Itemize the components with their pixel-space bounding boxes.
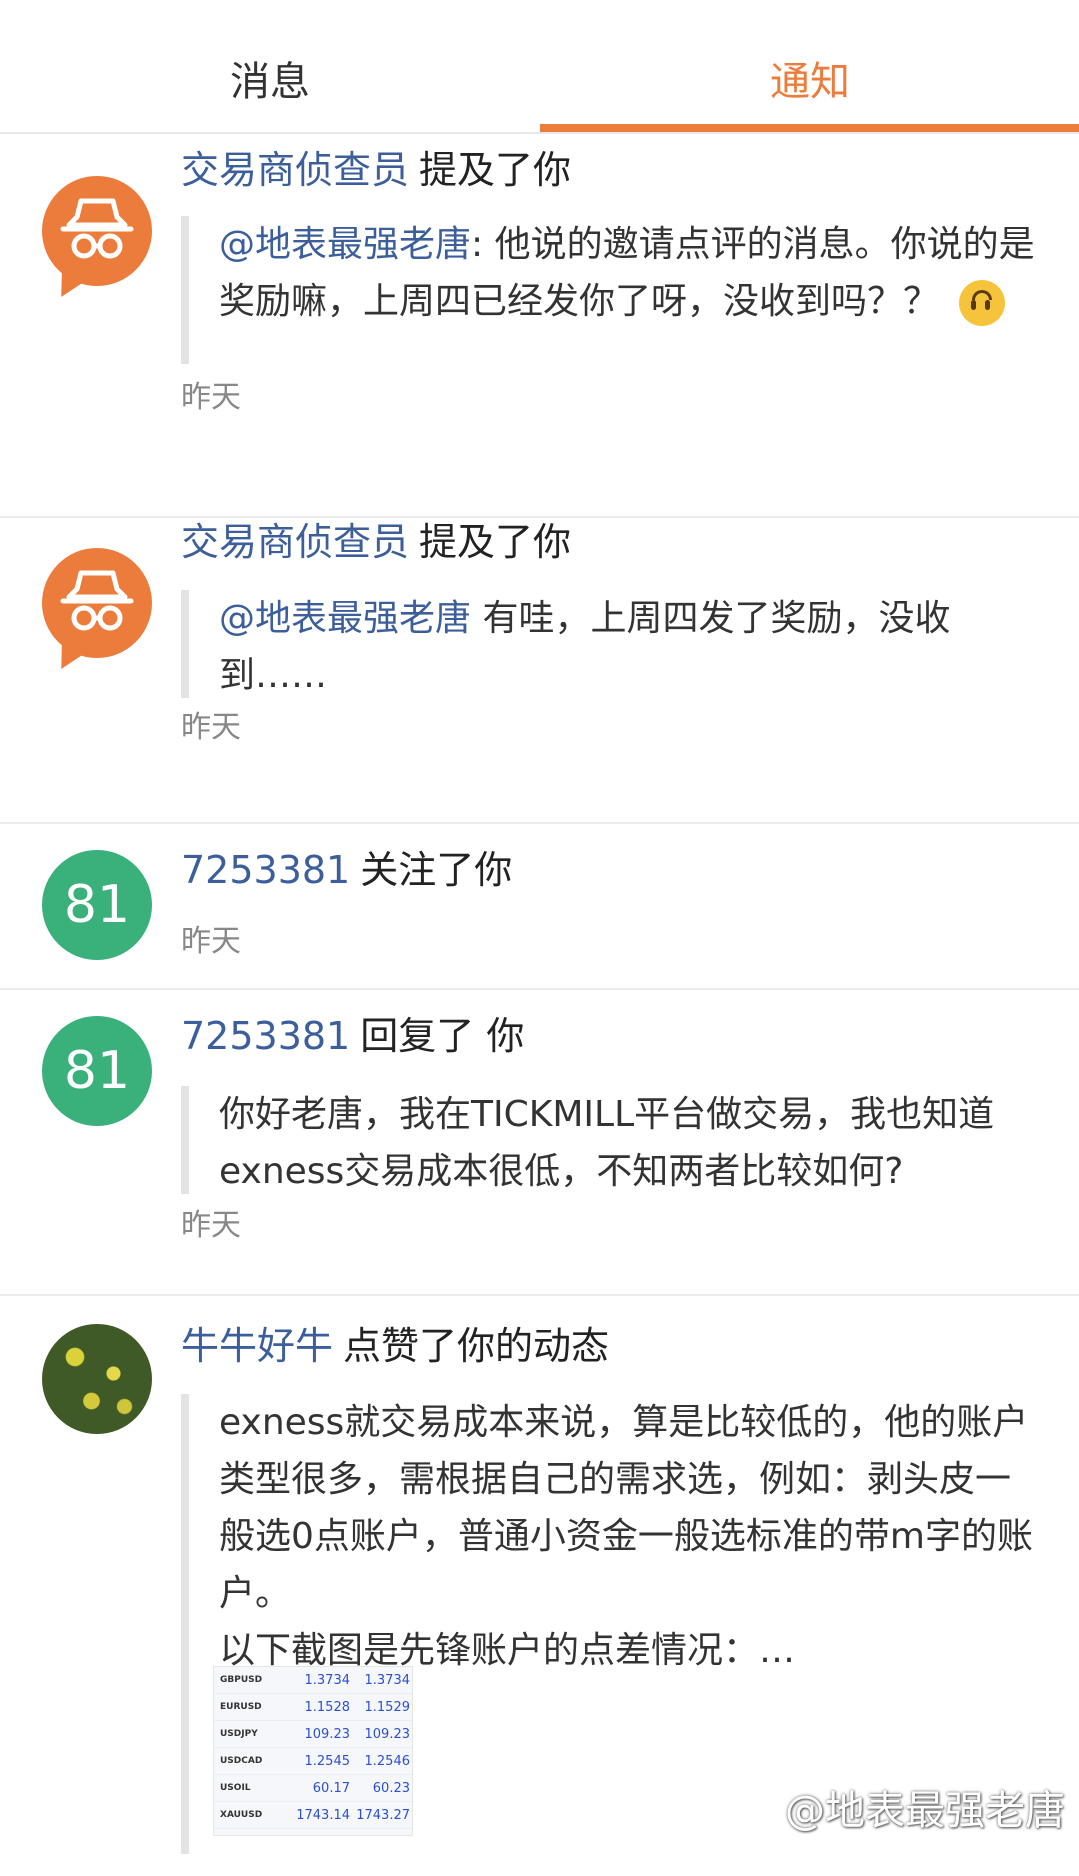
thumbnail-bid: 1.2545 [304,1753,351,1769]
thumbnail-row: USDJPY 109.23 109.23 [214,1721,412,1748]
action-text: 关注了你 [360,848,513,892]
message-text-2: 以下截图是先锋账户的点差情况：… [219,1630,796,1671]
notification-header: 牛牛好牛 点赞了你的动态 [181,1322,609,1370]
thumbnail-ask: 1743.27 [356,1807,410,1823]
thumbnail-ask: 1.1529 [364,1699,411,1715]
quoted-message[interactable]: @地表最强老唐 有哇，上周四发了奖励，没收到…… [181,590,1041,698]
notification-header: 交易商侦查员 提及了你 [181,146,571,194]
action-text: 点赞了你的动态 [343,1324,610,1368]
message-text: 你好老唐，我在TICKMILL平台做交易，我也知道exness交易成本很低，不知… [219,1094,995,1192]
spy-avatar-icon[interactable] [42,176,152,286]
quoted-message[interactable]: @地表最强老唐: 他说的邀请点评的消息。你说的是奖励嘛，上周四已经发你了呀，没收… [181,216,1041,364]
notification-item[interactable]: 牛牛好牛 点赞了你的动态 exness就交易成本来说，算是比较低的，他的账户类型很… [0,1296,1079,1854]
user-name[interactable]: 牛牛好牛 [181,1324,333,1368]
avatar[interactable]: 81 [42,1016,152,1126]
user-name[interactable]: 交易商侦查员 [181,148,409,192]
thumbnail-symbol: USDCAD [220,1756,263,1766]
active-tab-indicator [540,124,1079,132]
action-text: 提及了你 [419,520,572,564]
avatar[interactable] [42,1324,152,1434]
quoted-message[interactable]: 你好老唐，我在TICKMILL平台做交易，我也知道exness交易成本很低，不知… [181,1086,1041,1194]
thumbnail-row: EURUSD 1.1528 1.1529 [214,1694,412,1721]
thumbnail-row: XAUUSD 1743.14 1743.27 [214,1802,412,1829]
thumbnail-row: USOIL 60.17 60.23 [214,1775,412,1802]
user-name[interactable]: 7253381 [181,1014,350,1058]
notification-item[interactable]: 交易商侦查员 提及了你 @地表最强老唐 有哇，上周四发了奖励，没收到…… 昨天 [0,518,1079,824]
timestamp: 昨天 [181,380,241,415]
thumbnail-ask: 1.2546 [364,1753,411,1769]
thumbnail-bid: 1.1528 [304,1699,351,1715]
message-text: exness就交易成本来说，算是比较低的，他的账户类型很多，需根据自己的需求选，… [219,1402,1033,1614]
notification-item[interactable]: 81 7253381 关注了你 昨天 [0,824,1079,990]
mention-link[interactable]: @地表最强老唐 [219,224,471,265]
thumbnail-symbol: USDJPY [220,1729,258,1739]
thumbnail-symbol: EURUSD [220,1702,262,1712]
thumbnail-ask: 109.23 [364,1726,411,1742]
screenshot-thumbnail[interactable]: GBPUSD 1.3734 1.3734 EURUSD 1.1528 1.1529 USDJ… [213,1666,413,1836]
thumbnail-bid: 1.3734 [304,1672,351,1688]
tab-messages[interactable]: 消息 [120,52,420,112]
notification-header: 7253381 关注了你 [181,846,512,894]
action-text: 回复了 你 [360,1014,525,1058]
thumbnail-symbol: XAUUSD [220,1810,263,1820]
upside-down-face-icon [959,280,1006,326]
thumbnail-symbol: GBPUSD [220,1675,263,1685]
thumbnail-symbol: USOIL [220,1783,251,1793]
timestamp: 昨天 [181,710,241,745]
thumbnail-bid: 1743.14 [296,1807,350,1823]
timestamp: 昨天 [181,1208,241,1243]
thumbnail-row: USDCAD 1.2545 1.2546 [214,1748,412,1775]
thumbnail-row: GBPUSD 1.3734 1.3734 [214,1667,412,1694]
avatar[interactable]: 81 [42,850,152,960]
thumbnail-ask: 1.3734 [364,1672,411,1688]
mention-link[interactable]: @地表最强老唐 [219,598,471,639]
user-name[interactable]: 7253381 [181,848,350,892]
timestamp: 昨天 [181,924,241,959]
notification-item[interactable]: 交易商侦查员 提及了你 @地表最强老唐: 他说的邀请点评的消息。你说的是奖励嘛，上… [0,140,1079,518]
notification-list: 交易商侦查员 提及了你 @地表最强老唐: 他说的邀请点评的消息。你说的是奖励嘛，上… [0,140,1079,1854]
tab-bar: 消息 通知 [0,0,1079,134]
notification-header: 7253381 回复了 你 [181,1012,524,1060]
thumbnail-bid: 60.17 [312,1780,350,1796]
detective-icon [60,198,134,259]
watermark: @地表最强老唐 [785,1788,1065,1834]
user-name[interactable]: 交易商侦查员 [181,520,409,564]
notification-item[interactable]: 81 7253381 回复了 你 你好老唐，我在TICKMILL平台做交易，我也知… [0,990,1079,1296]
thumbnail-ask: 60.23 [372,1780,410,1796]
notification-header: 交易商侦查员 提及了你 [181,518,571,566]
detective-icon [60,570,134,631]
thumbnail-bid: 109.23 [304,1726,351,1742]
tab-notifications[interactable]: 通知 [660,52,960,112]
spy-avatar-icon[interactable] [42,548,152,658]
action-text: 提及了你 [419,148,572,192]
